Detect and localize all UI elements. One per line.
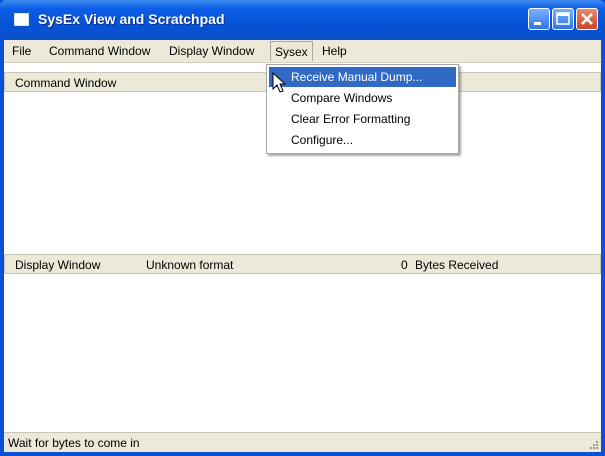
status-bar: Wait for bytes to come in	[4, 432, 601, 452]
display-window-label: Display Window	[15, 258, 101, 272]
bytes-count: 0	[401, 258, 408, 272]
maximize-icon	[556, 12, 570, 25]
sysex-dropdown-menu: Receive Manual Dump... Compare Windows C…	[266, 64, 459, 154]
menu-file[interactable]: File	[12, 44, 31, 58]
menu-item-receive-manual-dump[interactable]: Receive Manual Dump...	[269, 67, 456, 87]
bytes-received-label: Bytes Received	[415, 258, 499, 272]
menu-display-window[interactable]: Display Window	[169, 44, 254, 58]
minimize-button[interactable]	[528, 8, 550, 30]
minimize-icon	[534, 22, 541, 25]
display-window-pane[interactable]	[4, 274, 601, 432]
menu-item-label: Receive Manual Dump...	[291, 70, 423, 84]
resize-grip-icon[interactable]	[588, 439, 599, 450]
menu-item-configure[interactable]: Configure...	[269, 130, 456, 150]
menu-help[interactable]: Help	[322, 44, 347, 58]
menu-item-label: Configure...	[291, 133, 354, 147]
maximize-button[interactable]	[552, 8, 574, 30]
status-text: Wait for bytes to come in	[8, 436, 140, 450]
display-window-header: Display Window Unknown format 0 Bytes Re…	[4, 254, 601, 274]
menu-sysex[interactable]: Sysex	[270, 41, 313, 61]
menu-command-window[interactable]: Command Window	[49, 44, 150, 58]
window-title: SysEx View and Scratchpad	[38, 11, 225, 27]
menu-item-label: Clear Error Formatting	[291, 112, 411, 126]
mouse-cursor-icon	[272, 72, 287, 93]
menu-bar: File Command Window Display Window Sysex…	[4, 40, 601, 63]
menu-item-label: Compare Windows	[291, 91, 393, 105]
format-label: Unknown format	[146, 258, 234, 272]
command-window-label: Command Window	[15, 76, 117, 90]
menu-item-compare-windows[interactable]: Compare Windows	[269, 88, 456, 108]
title-bar[interactable]: SysEx View and Scratchpad	[0, 0, 605, 40]
app-icon	[14, 13, 29, 26]
close-icon	[581, 13, 593, 25]
menu-item-clear-error-formatting[interactable]: Clear Error Formatting	[269, 109, 456, 129]
close-button[interactable]	[576, 8, 598, 30]
